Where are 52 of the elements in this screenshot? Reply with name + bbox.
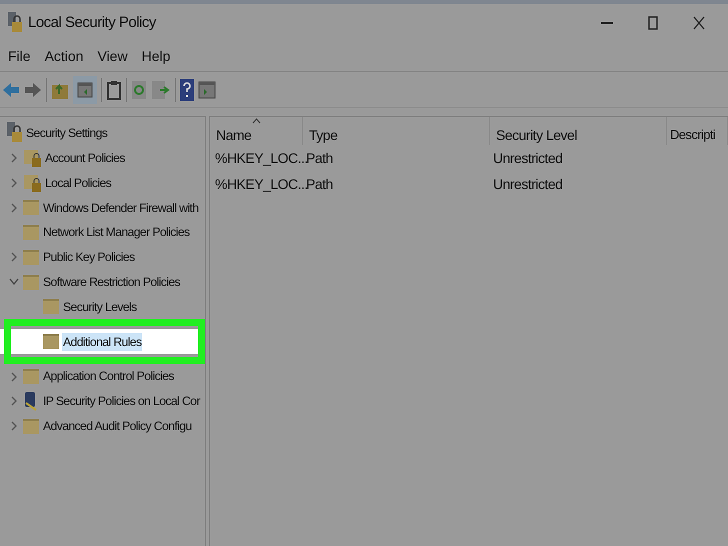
tree-item[interactable]: Account Policies bbox=[44, 149, 126, 168]
table-cell-text: Path bbox=[306, 174, 333, 192]
tree-item[interactable]: Security Levels bbox=[62, 298, 138, 316]
locked-folder-icon bbox=[23, 172, 41, 193]
folder-icon bbox=[23, 200, 39, 216]
tree-item[interactable]: Advanced Audit Policy Configu bbox=[42, 417, 193, 436]
menu-item[interactable]: Action bbox=[40, 46, 88, 67]
tree-item[interactable]: Network List Manager Policies bbox=[42, 223, 191, 242]
folder-icon bbox=[23, 225, 39, 240]
folder-icon bbox=[23, 274, 39, 290]
menu-item[interactable]: View bbox=[93, 46, 132, 67]
window-title: Local Security Policy bbox=[28, 12, 156, 33]
table-cell-text: %HKEY_LOC... bbox=[215, 174, 308, 194]
tree-item[interactable]: Software Restriction Policies bbox=[42, 273, 182, 292]
refresh-icon[interactable] bbox=[131, 80, 147, 100]
panel-icon[interactable] bbox=[198, 80, 216, 98]
close-icon bbox=[693, 16, 705, 30]
tree-item[interactable]: Local Policies bbox=[44, 174, 112, 192]
tree-item[interactable]: Windows Defender Firewall with bbox=[42, 198, 200, 217]
clipboard-icon[interactable] bbox=[106, 80, 122, 100]
tree-item[interactable]: Public Key Policies bbox=[42, 248, 136, 267]
folder-icon bbox=[43, 334, 59, 350]
minimize-icon bbox=[601, 22, 613, 24]
locked-folder-icon bbox=[23, 148, 41, 168]
show-tree-button[interactable] bbox=[73, 76, 97, 104]
table-cell-text: Path bbox=[306, 148, 333, 166]
tree-view-icon bbox=[77, 82, 93, 98]
tree-item[interactable]: Security Settings bbox=[25, 124, 108, 143]
column-header[interactable]: Security Level bbox=[490, 117, 667, 145]
tree-item[interactable]: IP Security Policies on Local Cor bbox=[42, 392, 201, 411]
computer-icon bbox=[23, 391, 39, 412]
table-cell-text: Unrestricted bbox=[493, 148, 562, 168]
folder-icon bbox=[23, 418, 39, 434]
table-cell-text: %HKEY_LOC... bbox=[215, 148, 308, 168]
column-header[interactable]: Descripti bbox=[667, 117, 728, 145]
app-icon bbox=[6, 12, 22, 34]
tree-item[interactable]: Additional Rules bbox=[62, 332, 142, 351]
folder-icon bbox=[23, 250, 39, 265]
maximize-icon bbox=[648, 16, 658, 30]
tree-item[interactable]: Application Control Policies bbox=[42, 367, 175, 386]
table-cell-text: Unrestricted bbox=[493, 174, 562, 194]
folder-icon bbox=[43, 299, 59, 314]
forward-icon[interactable] bbox=[24, 80, 42, 98]
help-icon[interactable] bbox=[180, 78, 194, 100]
folder-icon bbox=[23, 369, 39, 384]
back-icon[interactable] bbox=[2, 80, 20, 98]
column-header[interactable]: Type bbox=[303, 117, 490, 145]
export-icon[interactable] bbox=[151, 80, 171, 100]
menu-item[interactable]: Help bbox=[138, 46, 174, 67]
computer-lock-icon bbox=[6, 122, 22, 144]
menu-item[interactable]: File bbox=[4, 46, 35, 67]
column-header[interactable]: Name bbox=[210, 117, 303, 145]
